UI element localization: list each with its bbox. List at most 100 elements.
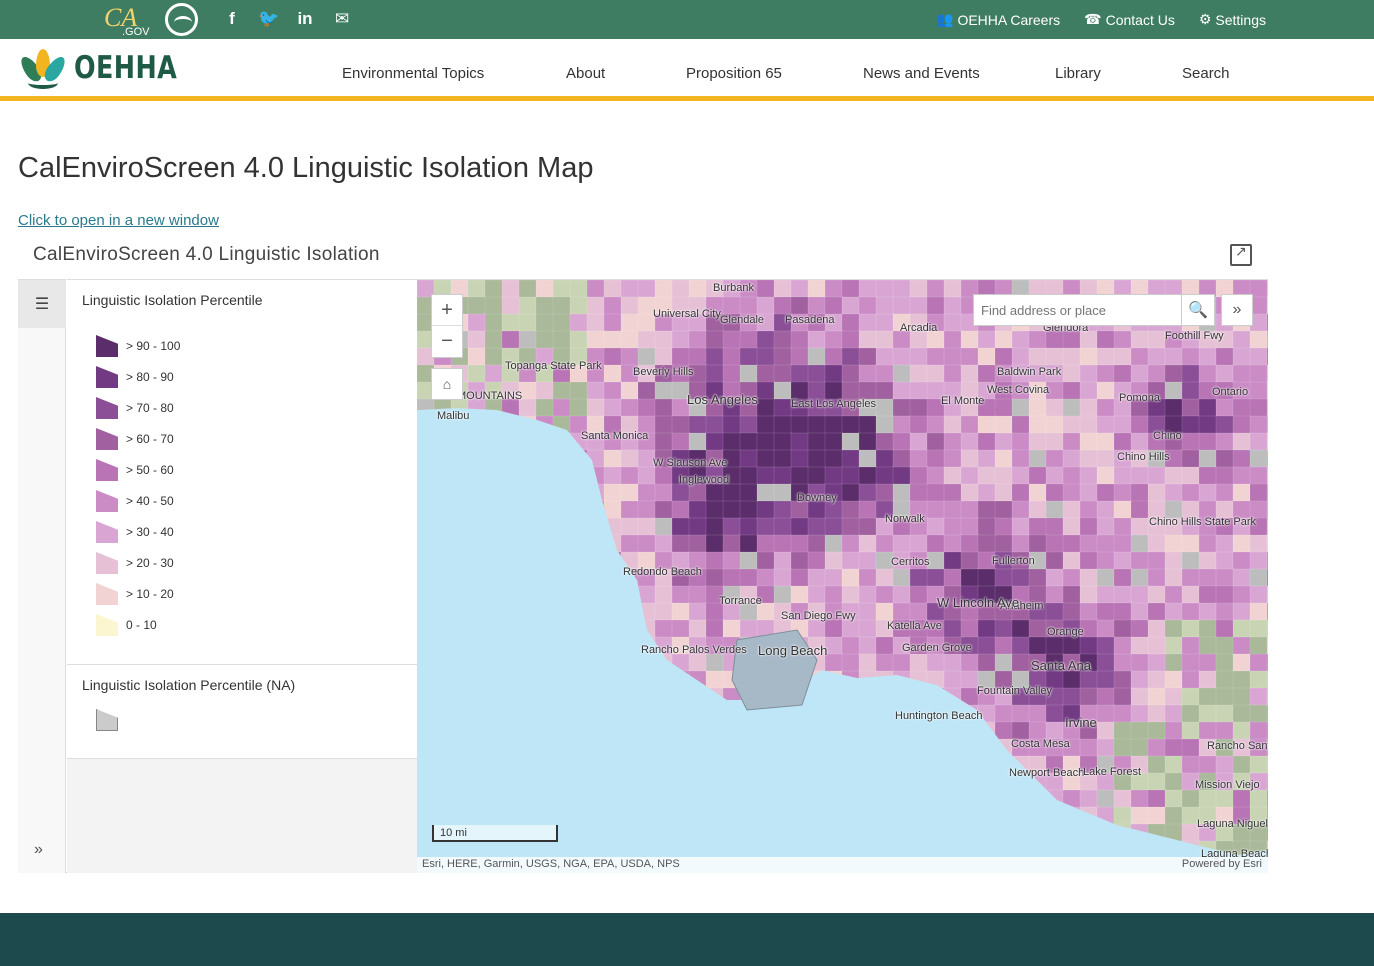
search-icon[interactable]: 🔍 bbox=[1181, 295, 1214, 325]
share-icon[interactable] bbox=[1230, 243, 1252, 266]
tract bbox=[1215, 619, 1235, 639]
nav-news-and-events[interactable]: News and Events bbox=[863, 65, 980, 82]
tract bbox=[790, 755, 810, 775]
tract bbox=[1232, 789, 1252, 809]
tract bbox=[1045, 432, 1065, 452]
tract bbox=[722, 568, 742, 588]
map-view[interactable]: Burbank Universal City Glendale Pasadena Arc… bbox=[417, 279, 1268, 873]
tract bbox=[450, 551, 470, 571]
ca-gov-logo[interactable]: CA .GOV bbox=[104, 3, 152, 38]
tract bbox=[977, 636, 997, 656]
tract bbox=[1147, 551, 1167, 571]
tract bbox=[1062, 500, 1082, 520]
tract bbox=[484, 432, 504, 452]
tract bbox=[417, 653, 436, 673]
zoom-in-button[interactable]: + bbox=[432, 295, 462, 326]
tract bbox=[484, 347, 504, 367]
tract bbox=[739, 738, 759, 758]
tract bbox=[1130, 517, 1150, 537]
tract bbox=[1181, 568, 1201, 588]
tract bbox=[433, 432, 453, 452]
legend-swatch bbox=[96, 428, 118, 450]
tract bbox=[1045, 483, 1065, 503]
tract bbox=[790, 432, 810, 452]
tract bbox=[1181, 789, 1201, 809]
tract bbox=[417, 636, 436, 656]
tract bbox=[620, 398, 640, 418]
tract bbox=[535, 313, 555, 333]
tract bbox=[1079, 517, 1099, 537]
tract bbox=[824, 415, 844, 435]
tract bbox=[569, 449, 589, 469]
tract bbox=[1181, 704, 1201, 724]
tract bbox=[1232, 721, 1252, 741]
home-button[interactable]: ⌂ bbox=[431, 368, 463, 400]
tract bbox=[1232, 619, 1252, 639]
tract bbox=[569, 721, 589, 741]
tract bbox=[960, 568, 980, 588]
search-input[interactable] bbox=[974, 295, 1181, 325]
email-icon[interactable]: ✉ bbox=[332, 9, 352, 29]
careers-link[interactable]: 👥 OEHHA Careers bbox=[936, 11, 1060, 28]
tract bbox=[739, 500, 759, 520]
settings-link[interactable]: ⚙ Settings bbox=[1199, 11, 1266, 28]
tract bbox=[569, 551, 589, 571]
tract bbox=[1147, 806, 1167, 826]
tract bbox=[994, 704, 1014, 724]
tract bbox=[824, 653, 844, 673]
tract bbox=[722, 704, 742, 724]
nav-proposition-65[interactable]: Proposition 65 bbox=[686, 65, 782, 82]
tract bbox=[1147, 619, 1167, 639]
tract bbox=[824, 432, 844, 452]
nav-library[interactable]: Library bbox=[1055, 65, 1101, 82]
tract bbox=[705, 500, 725, 520]
tract bbox=[1011, 806, 1031, 826]
facebook-icon[interactable]: f bbox=[222, 9, 242, 29]
open-new-window-link[interactable]: Click to open in a new window bbox=[18, 212, 219, 229]
tract bbox=[926, 280, 946, 299]
tract bbox=[535, 280, 555, 299]
nav-search[interactable]: Search bbox=[1182, 65, 1230, 82]
tract bbox=[1249, 466, 1268, 486]
tract bbox=[1181, 585, 1201, 605]
expand-search-icon[interactable]: » bbox=[1221, 294, 1253, 326]
tract bbox=[1266, 347, 1268, 367]
tract bbox=[603, 280, 623, 299]
tract bbox=[739, 364, 759, 384]
twitter-icon[interactable]: 🐦 bbox=[258, 9, 279, 29]
nav-about[interactable]: About bbox=[566, 65, 605, 82]
search-widget: 🔍 bbox=[973, 294, 1215, 326]
calepa-logo[interactable] bbox=[165, 3, 198, 36]
nav-environmental-topics[interactable]: Environmental Topics bbox=[342, 65, 484, 82]
tract bbox=[1215, 636, 1235, 656]
tract bbox=[926, 466, 946, 486]
tract bbox=[518, 687, 538, 707]
tract bbox=[1079, 551, 1099, 571]
zoom-out-button[interactable]: − bbox=[432, 326, 462, 357]
tract bbox=[892, 280, 912, 299]
tract bbox=[875, 568, 895, 588]
tract bbox=[620, 602, 640, 622]
tract bbox=[535, 806, 555, 826]
tract bbox=[1147, 534, 1167, 554]
legend-toggle-icon[interactable]: ☰ bbox=[18, 280, 66, 328]
tract bbox=[773, 483, 793, 503]
tract bbox=[1096, 704, 1116, 724]
powered-by-esri[interactable]: Powered by Esri bbox=[1182, 858, 1262, 870]
tract bbox=[892, 568, 912, 588]
contact-us-link[interactable]: ☎ Contact Us bbox=[1084, 11, 1175, 28]
tract bbox=[1062, 347, 1082, 367]
tract bbox=[926, 687, 946, 707]
oehha-logo[interactable]: OEHHA bbox=[17, 44, 200, 92]
tract bbox=[603, 789, 623, 809]
tract bbox=[1249, 381, 1268, 401]
tract bbox=[1147, 687, 1167, 707]
tract bbox=[1028, 398, 1048, 418]
tract bbox=[586, 670, 606, 690]
linkedin-icon[interactable]: in bbox=[295, 9, 315, 29]
tract bbox=[637, 483, 657, 503]
tract bbox=[824, 704, 844, 724]
tract bbox=[552, 449, 572, 469]
expand-panel-icon[interactable]: » bbox=[34, 841, 43, 859]
legend-swatch bbox=[96, 583, 118, 605]
